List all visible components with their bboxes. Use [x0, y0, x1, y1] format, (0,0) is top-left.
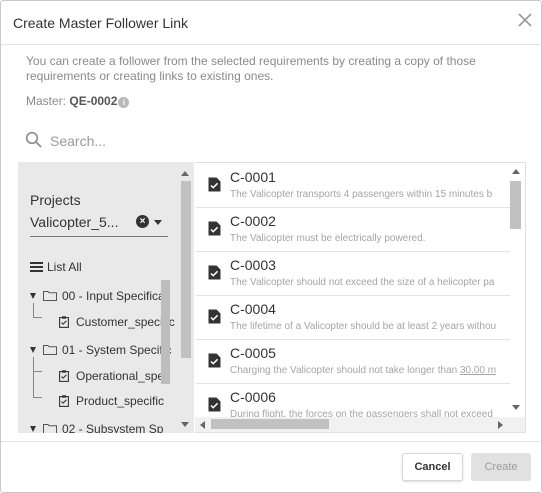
document-check-icon	[208, 265, 221, 280]
requirement-id: C-0003	[230, 257, 276, 273]
scroll-down-arrow-icon[interactable]	[512, 405, 520, 410]
tree-item-label: 02 - Subsystem Sp	[62, 422, 164, 433]
tree-folder-system-specification[interactable]: 01 - System Specific	[30, 343, 171, 357]
requirement-description: The Valicopter transports 4 passengers w…	[230, 189, 493, 200]
requirement-row[interactable]: C-0005 Charging the Valicopter should no…	[196, 340, 510, 384]
scroll-up-arrow-icon[interactable]	[181, 171, 189, 176]
scroll-left-arrow-icon[interactable]	[200, 421, 205, 429]
projects-scrollbar-thumb[interactable]	[181, 181, 191, 358]
requirement-id: C-0004	[230, 301, 276, 317]
scroll-down-arrow-icon[interactable]	[181, 422, 189, 427]
requirement-id: C-0005	[230, 345, 276, 361]
clear-selection-icon[interactable]: ×	[136, 215, 149, 228]
folder-icon	[43, 424, 57, 433]
requirement-id: C-0002	[230, 213, 276, 229]
clipboard-icon	[59, 395, 69, 407]
requirement-row[interactable]: C-0002 The Valicopter must be electrical…	[196, 208, 510, 252]
requirement-row[interactable]: C-0004 The lifetime of a Valicopter shou…	[196, 296, 510, 340]
requirement-value-link[interactable]: 30.00 m	[460, 365, 496, 376]
master-label: Master:	[26, 94, 67, 108]
dialog-footer: Cancel Create	[1, 441, 541, 492]
folder-icon	[43, 291, 57, 301]
projects-panel: Projects Valicopter_5... × List All 00 -…	[18, 162, 194, 433]
requirements-horizontal-scrollbar-thumb[interactable]	[211, 419, 329, 429]
tree-file-operational-specification[interactable]: Operational_spe	[59, 369, 164, 383]
tree-item-label: Product_specific	[76, 394, 165, 408]
scroll-up-arrow-icon[interactable]	[512, 169, 520, 174]
document-check-icon	[208, 397, 221, 412]
tree-connector	[33, 397, 42, 398]
requirement-description-text: Charging the Valicopter should not take …	[230, 365, 458, 376]
requirement-description: The lifetime of a Valicopter should be a…	[230, 321, 497, 332]
tree-item-label: Operational_spe	[76, 369, 165, 383]
tree-item-label: Customer_specific	[76, 315, 175, 329]
cancel-button[interactable]: Cancel	[402, 453, 463, 481]
clipboard-icon	[59, 370, 69, 382]
requirement-description: Charging the Valicopter should not take …	[230, 365, 496, 376]
tree-connector	[33, 303, 34, 317]
expand-icon[interactable]	[30, 293, 36, 299]
create-master-follower-dialog: Create Master Follower Link You can crea…	[0, 0, 542, 493]
document-check-icon	[208, 309, 221, 324]
requirement-id: C-0006	[230, 389, 276, 405]
tree-connector	[33, 317, 42, 318]
requirement-row[interactable]: C-0003 The Valicopter should not exceed …	[196, 252, 510, 296]
requirements-scrollbar-thumb[interactable]	[510, 181, 521, 229]
requirements-list: C-0001 The Valicopter transports 4 passe…	[195, 162, 526, 433]
folder-icon	[43, 345, 57, 355]
search-icon	[25, 131, 42, 148]
requirement-row[interactable]: C-0001 The Valicopter transports 4 passe…	[196, 164, 510, 208]
tree-connector	[33, 371, 42, 372]
tree-file-product-specification[interactable]: Product_specific	[59, 394, 164, 408]
create-button[interactable]: Create	[471, 453, 531, 481]
project-select[interactable]: Valicopter_5... ×	[30, 212, 168, 237]
tree-connector	[33, 357, 34, 397]
search-input[interactable]	[50, 129, 350, 153]
requirement-id: C-0001	[230, 169, 276, 185]
master-value: QE-0002	[69, 94, 118, 108]
expand-icon[interactable]	[30, 347, 36, 353]
requirement-description: The Valicopter must be electrically powe…	[230, 233, 426, 244]
document-check-icon	[208, 353, 221, 368]
info-icon[interactable]: i	[118, 97, 130, 108]
project-select-value: Valicopter_5...	[30, 214, 119, 230]
tree-file-customer-specific[interactable]: Customer_specific	[59, 315, 175, 329]
document-check-icon	[208, 177, 221, 192]
document-check-icon	[208, 221, 221, 236]
tree-item-label: 01 - System Specific	[62, 343, 172, 357]
list-all-label: List All	[47, 260, 82, 274]
dialog-description: You can create a follower from the selec…	[26, 54, 476, 83]
chevron-down-icon[interactable]	[154, 220, 162, 225]
expand-icon[interactable]	[30, 426, 36, 432]
scroll-right-arrow-icon[interactable]	[498, 421, 503, 429]
master-info: Master: QE-0002 i	[26, 94, 130, 108]
requirement-description: The Valicopter should not exceed the siz…	[230, 277, 495, 288]
list-icon	[30, 262, 43, 272]
tree-item-label: 00 - Input Specifica	[62, 289, 165, 303]
close-icon[interactable]	[515, 10, 535, 30]
dialog-title: Create Master Follower Link	[13, 15, 189, 31]
tree-folder-subsystem-specification[interactable]: 02 - Subsystem Sp	[30, 422, 163, 433]
tree-scrollbar-thumb[interactable]	[161, 280, 170, 384]
clipboard-icon	[59, 316, 69, 328]
projects-label: Projects	[30, 192, 81, 208]
dialog-header: Create Master Follower Link	[1, 1, 541, 45]
list-all-button[interactable]: List All	[30, 260, 82, 274]
tree-folder-input-specification[interactable]: 00 - Input Specifica	[30, 289, 165, 303]
